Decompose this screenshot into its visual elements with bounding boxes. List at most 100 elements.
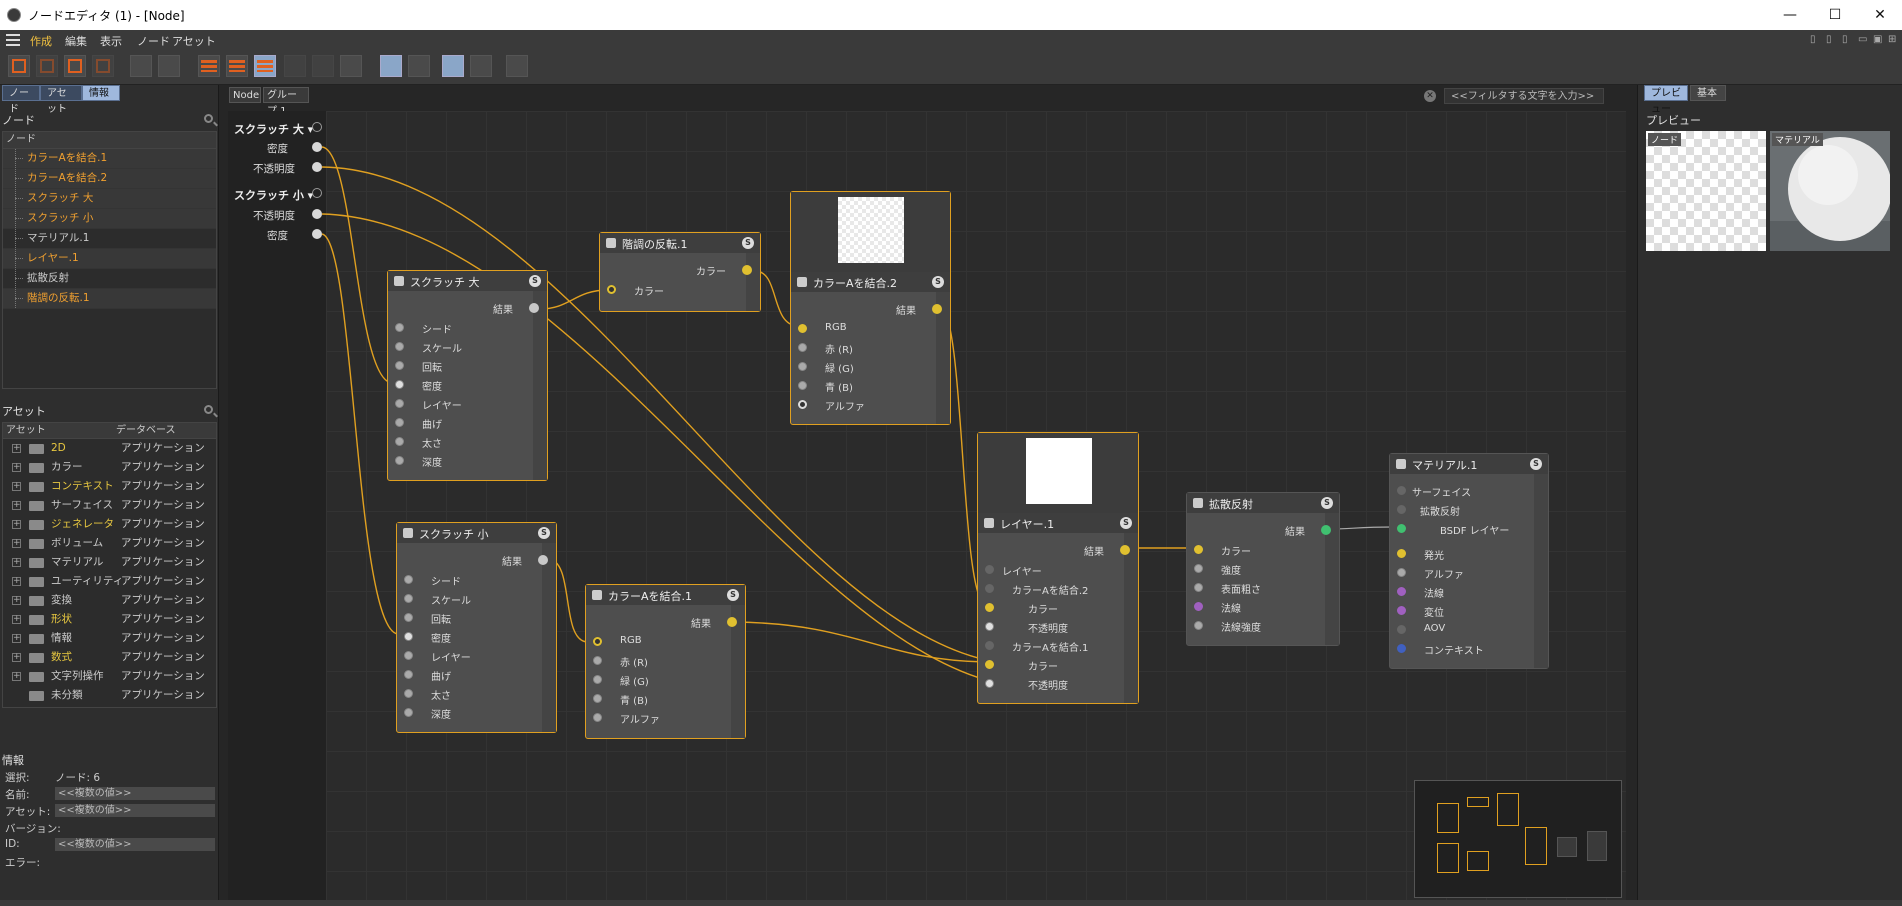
input-port[interactable]	[1194, 564, 1203, 573]
input-port[interactable]	[593, 713, 602, 722]
expand-icon[interactable]: +	[12, 596, 21, 605]
align-button[interactable]	[312, 55, 334, 77]
input-port[interactable]	[593, 656, 602, 665]
input-port[interactable]	[593, 637, 602, 646]
tab-info[interactable]: 情報	[82, 85, 120, 101]
expand-icon[interactable]: ⊞	[1888, 34, 1896, 45]
node-material[interactable]: マテリアル.1 S サーフェイス 拡散反射 BSDF レイヤー 発光 アルファ …	[1389, 453, 1549, 669]
asset-row[interactable]: + マテリアル アプリケーション	[3, 553, 216, 572]
output-port[interactable]	[1120, 545, 1130, 555]
menu-view[interactable]: 表示	[100, 33, 122, 49]
asset-search-icon[interactable]	[204, 405, 213, 414]
input-port[interactable]	[395, 399, 404, 408]
asset-row[interactable]: + サーフェイス アプリケーション	[3, 496, 216, 515]
tree-item-scratch-small[interactable]: スクラッチ 小	[3, 209, 216, 229]
input-port[interactable]	[395, 456, 404, 465]
menu-create[interactable]: 作成	[30, 33, 52, 49]
output-port[interactable]	[932, 304, 942, 314]
input-port[interactable]	[312, 162, 322, 172]
expand-icon[interactable]: +	[12, 615, 21, 624]
tree-item-invert[interactable]: 階調の反転.1	[3, 289, 216, 309]
asset-col-header[interactable]: アセット	[6, 423, 46, 438]
input-port[interactable]	[1397, 625, 1406, 634]
output-port[interactable]	[742, 265, 752, 275]
tree-item-diffuse[interactable]: 拡散反射	[3, 269, 216, 289]
edit-mode-button[interactable]	[470, 55, 492, 77]
input-port[interactable]	[404, 689, 413, 698]
database-col-header[interactable]: データベース	[116, 423, 176, 438]
input-port[interactable]	[1397, 486, 1406, 495]
input-port[interactable]	[395, 437, 404, 446]
input-port[interactable]	[395, 323, 404, 332]
solo-icon[interactable]: S	[538, 527, 550, 539]
input-port[interactable]	[985, 641, 994, 650]
layout-split-icon[interactable]: ▯	[1826, 34, 1832, 45]
info-asset-field[interactable]: <<複数の値>>	[55, 804, 215, 817]
input-port[interactable]	[593, 675, 602, 684]
input-port[interactable]	[312, 142, 322, 152]
output-port[interactable]	[538, 555, 548, 565]
new-node-button[interactable]	[8, 55, 30, 77]
input-port[interactable]	[395, 380, 404, 389]
input-port[interactable]	[985, 679, 994, 688]
expand-icon[interactable]: +	[12, 501, 21, 510]
node-scratch-large[interactable]: スクラッチ 大 S 結果 シード スケール 回転 密度 レイヤー 曲げ 太さ 深…	[387, 270, 548, 481]
tree-item-blend-1[interactable]: カラーAを結合.1	[3, 149, 216, 169]
input-port[interactable]	[312, 122, 322, 132]
input-port[interactable]	[1194, 602, 1203, 611]
expand-icon[interactable]: +	[12, 539, 21, 548]
input-port[interactable]	[798, 362, 807, 371]
dock-icon[interactable]: ▭	[1858, 34, 1867, 45]
node-layer[interactable]: レイヤー.1 S 結果 レイヤー カラーAを結合.2 カラー 不透明度 カラーA…	[977, 432, 1139, 704]
input-port[interactable]	[607, 285, 616, 294]
expand-icon[interactable]: +	[12, 577, 21, 586]
node-search-icon[interactable]	[204, 114, 213, 123]
hamburger-menu-icon[interactable]	[6, 34, 20, 46]
input-port[interactable]	[798, 381, 807, 390]
preview-toggle-button[interactable]	[380, 55, 402, 77]
asset-row[interactable]: + コンテキスト アプリケーション	[3, 477, 216, 496]
solo-icon[interactable]: S	[932, 276, 944, 288]
menu-asset[interactable]: アセット	[172, 33, 216, 49]
expand-icon[interactable]: +	[12, 653, 21, 662]
input-port[interactable]	[404, 670, 413, 679]
input-port[interactable]	[1194, 621, 1203, 630]
input-port[interactable]	[798, 343, 807, 352]
asset-row[interactable]: + 情報 アプリケーション	[3, 629, 216, 648]
input-port[interactable]	[985, 603, 994, 612]
input-port[interactable]	[1397, 587, 1406, 596]
expand-icon[interactable]: +	[12, 634, 21, 643]
solo-icon[interactable]: S	[742, 237, 754, 249]
input-port[interactable]	[312, 209, 322, 219]
solo-icon[interactable]: S	[529, 275, 541, 287]
solo-icon[interactable]: S	[1321, 497, 1333, 509]
menu-node[interactable]: ノード	[137, 33, 170, 49]
input-port[interactable]	[1397, 524, 1406, 533]
input-port[interactable]	[404, 575, 413, 584]
input-port[interactable]	[404, 594, 413, 603]
input-port[interactable]	[1397, 505, 1406, 514]
input-port[interactable]	[1194, 583, 1203, 592]
input-port[interactable]	[1397, 644, 1406, 653]
export-button[interactable]	[158, 55, 180, 77]
input-port[interactable]	[395, 361, 404, 370]
filter-input[interactable]: <<フィルタする文字を入力>>	[1444, 88, 1604, 104]
layout-collapse-button[interactable]	[226, 55, 248, 77]
input-port[interactable]	[404, 708, 413, 717]
output-port[interactable]	[1321, 525, 1331, 535]
input-port[interactable]	[404, 613, 413, 622]
asset-row[interactable]: + ジェネレータ アプリケーション	[3, 515, 216, 534]
close-button[interactable]: ✕	[1860, 4, 1900, 26]
asset-row[interactable]: + 変換 アプリケーション	[3, 591, 216, 610]
expand-icon[interactable]: +	[12, 558, 21, 567]
layout-panel-icon[interactable]: ▯	[1842, 34, 1848, 45]
menu-edit[interactable]: 編集	[65, 33, 87, 49]
lock-icon[interactable]: ▣	[1873, 34, 1882, 45]
layout-expand-button[interactable]	[198, 55, 220, 77]
node-scratch-small[interactable]: スクラッチ 小 S 結果 シード スケール 回転 密度 レイヤー 曲げ 太さ 深…	[396, 522, 557, 733]
solo-icon[interactable]: S	[1120, 517, 1132, 529]
swap-button[interactable]	[506, 55, 528, 77]
maximize-button[interactable]: ☐	[1815, 4, 1855, 26]
attribute-view-button[interactable]	[442, 55, 464, 77]
expand-icon[interactable]: +	[12, 482, 21, 491]
